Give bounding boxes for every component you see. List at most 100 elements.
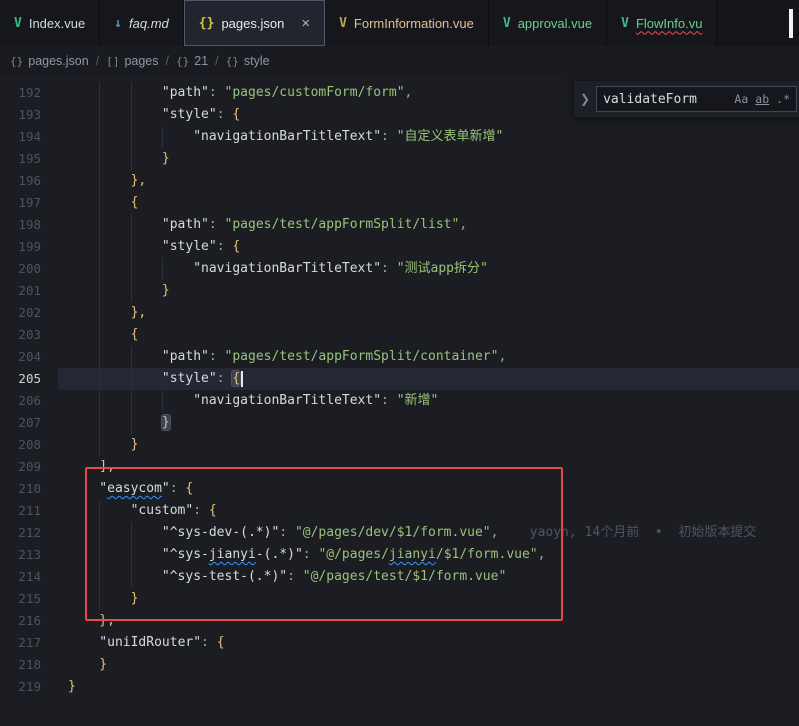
indent-guide <box>68 258 99 280</box>
breadcrumb-item-pages-json[interactable]: {}pages.json <box>10 54 89 68</box>
indent-guide <box>131 82 162 104</box>
indent-guide <box>162 390 193 412</box>
code-token: easycom <box>107 481 162 496</box>
code-line[interactable]: 217"uniIdRouter": { <box>0 632 799 654</box>
tab-index-vue[interactable]: VIndex.vue <box>0 0 100 46</box>
indent-guide <box>99 324 130 346</box>
find-input-value[interactable]: validateForm <box>603 92 727 107</box>
indent-guide <box>99 588 130 610</box>
indent-guide <box>68 302 99 324</box>
code-token: "pages/test/appFormSplit/container" <box>225 349 499 364</box>
tab-faq-md[interactable]: ↓faq.md <box>100 0 184 46</box>
indent-guide <box>99 368 130 390</box>
code-token: "style" <box>162 239 217 254</box>
code-line[interactable]: 199"style": { <box>0 236 799 258</box>
code-token: } <box>162 151 170 166</box>
indent-guide <box>99 104 130 126</box>
code-line[interactable]: 202}, <box>0 302 799 324</box>
code-line[interactable]: 200"navigationBarTitleText": "测试app拆分" <box>0 258 799 280</box>
markdown-file-icon: ↓ <box>114 16 122 31</box>
breadcrumb-item-style[interactable]: {}style <box>226 54 270 68</box>
symbol-object-icon: {} <box>10 55 23 68</box>
code-token: ], <box>99 459 115 474</box>
code-token: : <box>193 503 209 518</box>
code-line[interactable]: 201} <box>0 280 799 302</box>
line-number: 198 <box>0 214 58 236</box>
code-content: "easycom": { <box>58 478 799 500</box>
regex-icon[interactable]: .* <box>776 92 790 106</box>
code-line[interactable]: 207} <box>0 412 799 434</box>
indent-guide <box>99 258 130 280</box>
code-line[interactable]: 209], <box>0 456 799 478</box>
code-token: "navigationBarTitleText" <box>193 261 381 276</box>
code-content: } <box>58 654 799 676</box>
code-token: "^sys-dev-(.*)" <box>162 525 279 540</box>
code-line[interactable]: 205"style": { <box>0 368 799 390</box>
code-line[interactable]: 216}, <box>0 610 799 632</box>
code-token: : <box>217 371 233 386</box>
line-number: 204 <box>0 346 58 368</box>
code-line[interactable]: 194"navigationBarTitleText": "自定义表单新增" <box>0 126 799 148</box>
indent-guide <box>99 566 130 588</box>
code-line[interactable]: 219} <box>0 676 799 698</box>
line-number: 206 <box>0 390 58 412</box>
code-line[interactable]: 210"easycom": { <box>0 478 799 500</box>
tab-forminformation-vue[interactable]: VFormInformation.vue <box>325 0 489 46</box>
indent-guide <box>68 566 99 588</box>
tab-flowinfo-vu[interactable]: VFlowInfo.vu <box>607 0 717 46</box>
indent-guide <box>68 500 99 522</box>
code-line[interactable]: 212"^sys-dev-(.*)": "@/pages/dev/$1/form… <box>0 522 799 544</box>
code-line[interactable]: 213"^sys-jianyi-(.*)": "@/pages/jianyi/$… <box>0 544 799 566</box>
tab-approval-vue[interactable]: Vapproval.vue <box>489 0 607 46</box>
code-line[interactable]: 214"^sys-test-(.*)": "@/pages/test/$1/fo… <box>0 566 799 588</box>
code-line[interactable]: 215} <box>0 588 799 610</box>
code-line[interactable]: 195} <box>0 148 799 170</box>
code-content: "uniIdRouter": { <box>58 632 799 654</box>
tab-pages-json[interactable]: {}pages.json× <box>184 0 325 46</box>
code-content: ], <box>58 456 799 478</box>
indent-guide <box>68 654 99 676</box>
indent-guide <box>99 148 130 170</box>
close-icon[interactable]: × <box>301 16 310 31</box>
code-line[interactable]: 203{ <box>0 324 799 346</box>
code-line[interactable]: 211"custom": { <box>0 500 799 522</box>
code-token: /$1/form.vue" <box>436 547 538 562</box>
code-token: { <box>232 239 240 254</box>
indent-guide <box>131 214 162 236</box>
code-token: "新增" <box>397 393 439 408</box>
indent-guide <box>131 522 162 544</box>
tab-label: FlowInfo.vu <box>636 16 702 31</box>
code-line[interactable]: 206"navigationBarTitleText": "新增" <box>0 390 799 412</box>
find-expand-chevron-icon[interactable]: ❯ <box>580 92 590 106</box>
code-line[interactable]: 218} <box>0 654 799 676</box>
find-input[interactable]: validateForm Aa ab .* <box>596 86 797 112</box>
code-content: "path": "pages/test/appFormSplit/contain… <box>58 346 799 368</box>
code-editor[interactable]: 192"path": "pages/customForm/form",193"s… <box>0 76 799 726</box>
indent-guide <box>68 368 99 390</box>
breadcrumb-item-pages[interactable]: []pages <box>106 54 158 68</box>
whole-word-icon[interactable]: ab <box>755 92 769 106</box>
indent-guide <box>131 412 162 434</box>
code-token: : <box>201 635 217 650</box>
indent-guide <box>68 192 99 214</box>
code-line[interactable]: 204"path": "pages/test/appFormSplit/cont… <box>0 346 799 368</box>
code-token: : <box>381 393 397 408</box>
indent-guide <box>68 632 99 654</box>
breadcrumb-item-21[interactable]: {}21 <box>176 54 208 68</box>
match-case-icon[interactable]: Aa <box>734 92 748 106</box>
breadcrumb-separator: / <box>96 54 99 68</box>
indent-guide <box>99 126 130 148</box>
code-line[interactable]: 197{ <box>0 192 799 214</box>
indent-guide <box>99 170 130 192</box>
line-number: 193 <box>0 104 58 126</box>
code-content: }, <box>58 302 799 324</box>
code-line[interactable]: 208} <box>0 434 799 456</box>
indent-guide <box>68 346 99 368</box>
code-content: { <box>58 324 799 346</box>
code-line[interactable]: 198"path": "pages/test/appFormSplit/list… <box>0 214 799 236</box>
code-line[interactable]: 196}, <box>0 170 799 192</box>
indent-guide <box>68 390 99 412</box>
line-number: 192 <box>0 82 58 104</box>
line-number: 208 <box>0 434 58 456</box>
indent-guide <box>68 478 99 500</box>
